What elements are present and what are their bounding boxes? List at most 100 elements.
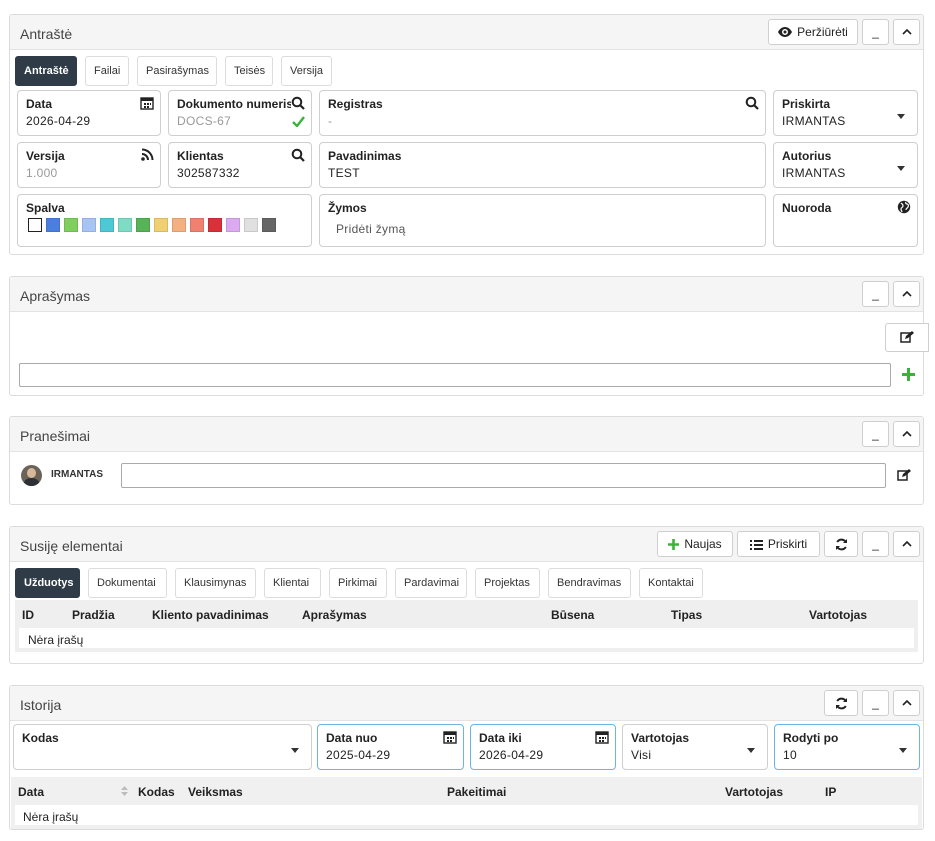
calendar-icon[interactable] <box>140 96 154 110</box>
date-from-field[interactable]: Data nuo 2025-04-29 <box>317 724 464 770</box>
search-icon[interactable] <box>745 96 759 110</box>
col-tipas[interactable]: Tipas <box>671 608 702 622</box>
view-button[interactable]: Peržiūrėti <box>768 19 858 45</box>
edit-icon[interactable] <box>897 469 911 482</box>
zymos-field[interactable]: Žymos Pridėti žymą <box>319 194 766 247</box>
minimize-button[interactable]: _ <box>862 281 889 307</box>
collapse-button[interactable] <box>893 19 920 45</box>
col-pradzia[interactable]: Pradžia <box>72 608 115 622</box>
color-swatches <box>28 218 276 232</box>
aprasymas-panel: Aprašymas _ <box>9 276 929 396</box>
document-number-value: DOCS-67 <box>177 114 232 128</box>
color-swatch[interactable] <box>262 218 276 232</box>
tab-klausimynas[interactable]: Klausimynas <box>175 568 256 598</box>
col-kodas[interactable]: Kodas <box>138 785 175 799</box>
nuoroda-field[interactable]: Nuoroda <box>773 194 918 247</box>
color-swatch[interactable] <box>190 218 204 232</box>
tab-klientai[interactable]: Klientai <box>264 568 321 598</box>
description-input[interactable] <box>19 363 891 387</box>
date-to-field[interactable]: Data iki 2026-04-29 <box>470 724 616 770</box>
chevron-down-icon <box>897 166 905 171</box>
col-ip[interactable]: IP <box>825 785 836 799</box>
tab-bendravimas[interactable]: Bendravimas <box>548 568 631 598</box>
color-swatch[interactable] <box>64 218 78 232</box>
page-size-value: 10 <box>783 748 797 762</box>
color-swatch[interactable] <box>208 218 222 232</box>
priskirta-select[interactable]: Priskirta IRMANTAS <box>773 90 918 136</box>
message-input[interactable] <box>121 463 886 488</box>
kodas-select[interactable]: Kodas <box>13 724 312 770</box>
susije-panel-head: Susiję elementai Naujas Priskirti _ <box>10 527 923 562</box>
calendar-icon[interactable] <box>443 730 457 744</box>
color-swatch[interactable] <box>100 218 114 232</box>
color-swatch[interactable] <box>136 218 150 232</box>
tab-teises[interactable]: Teisės <box>225 56 273 86</box>
pranesimai-title: Pranešimai <box>20 428 91 444</box>
minimize-button[interactable]: _ <box>862 421 889 447</box>
tab-dokumentai[interactable]: Dokumentai <box>88 568 167 598</box>
refresh-button[interactable] <box>824 531 858 557</box>
page-size-select[interactable]: Rodyti po 10 <box>774 724 920 770</box>
tab-kontaktai[interactable]: Kontaktai <box>639 568 703 598</box>
document-number-field[interactable]: Dokumento numeris DOCS-67 <box>168 90 312 136</box>
collapse-button[interactable] <box>893 421 920 447</box>
col-data[interactable]: Data <box>18 785 44 799</box>
tab-pardavimai[interactable]: Pardavimai <box>395 568 467 598</box>
edit-button[interactable] <box>885 323 929 352</box>
col-veiksmas[interactable]: Veiksmas <box>188 785 243 799</box>
color-swatch[interactable] <box>118 218 132 232</box>
col-busena[interactable]: Būsena <box>551 608 594 622</box>
calendar-icon[interactable] <box>595 730 609 744</box>
user-filter-select[interactable]: Vartotojas Visi <box>622 724 768 770</box>
edit-icon <box>900 331 914 343</box>
registras-field[interactable]: Registras - <box>319 90 766 136</box>
color-swatch[interactable] <box>172 218 186 232</box>
autorius-select[interactable]: Autorius IRMANTAS <box>773 142 918 188</box>
tab-antraste[interactable]: Antraštė <box>15 56 77 86</box>
date-field[interactable]: Data 2026-04-29 <box>17 90 161 136</box>
table-header: ID Pradžia Kliento pavadinimas Aprašymas… <box>15 600 918 628</box>
col-vartotojas[interactable]: Vartotojas <box>809 608 867 622</box>
pranesimai-panel-head: Pranešimai _ <box>10 417 923 452</box>
minimize-button[interactable]: _ <box>862 19 889 45</box>
search-icon[interactable] <box>291 148 305 162</box>
color-swatch[interactable] <box>82 218 96 232</box>
refresh-button[interactable] <box>824 690 858 716</box>
sort-icon[interactable] <box>121 786 128 796</box>
tab-pirkimai[interactable]: Pirkimai <box>329 568 387 598</box>
spalva-label: Spalva <box>26 201 65 215</box>
color-swatch[interactable] <box>28 218 42 232</box>
minimize-button[interactable]: _ <box>862 690 889 716</box>
color-swatch[interactable] <box>244 218 258 232</box>
tab-projektas[interactable]: Projektas <box>475 568 540 598</box>
collapse-button[interactable] <box>893 690 920 716</box>
collapse-button[interactable] <box>893 281 920 307</box>
add-tag-placeholder[interactable]: Pridėti žymą <box>336 222 406 236</box>
klientas-field[interactable]: Klientas 302587332 <box>168 142 312 188</box>
plus-icon[interactable] <box>902 368 915 381</box>
assign-button[interactable]: Priskirti <box>737 531 820 557</box>
minimize-label: _ <box>872 696 879 710</box>
minimize-label: _ <box>872 287 879 301</box>
color-swatch[interactable] <box>226 218 240 232</box>
tab-failai[interactable]: Failai <box>85 56 129 86</box>
tab-versija[interactable]: Versija <box>281 56 332 86</box>
pavadinimas-field[interactable]: Pavadinimas TEST <box>319 142 766 188</box>
col-aprasymas[interactable]: Aprašymas <box>302 608 367 622</box>
color-swatch[interactable] <box>46 218 60 232</box>
col-id[interactable]: ID <box>22 608 34 622</box>
col-vartotojas[interactable]: Vartotojas <box>725 785 783 799</box>
col-pakeitimai[interactable]: Pakeitimai <box>447 785 506 799</box>
collapse-button[interactable] <box>893 531 920 557</box>
globe-icon[interactable] <box>897 200 911 214</box>
tab-uzduotys[interactable]: Užduotys <box>15 568 80 598</box>
search-icon[interactable] <box>291 96 305 110</box>
versija-field[interactable]: Versija 1.000 <box>17 142 161 188</box>
col-kliento-pavadinimas[interactable]: Kliento pavadinimas <box>152 608 269 622</box>
minimize-button[interactable]: _ <box>862 531 889 557</box>
new-button[interactable]: Naujas <box>657 531 733 557</box>
tab-pasirasymas[interactable]: Pasirašymas <box>137 56 217 86</box>
header-panel: Antraštė Peržiūrėti _ Antraštė Failai Pa… <box>9 14 924 255</box>
kodas-label: Kodas <box>22 731 59 745</box>
color-swatch[interactable] <box>154 218 168 232</box>
